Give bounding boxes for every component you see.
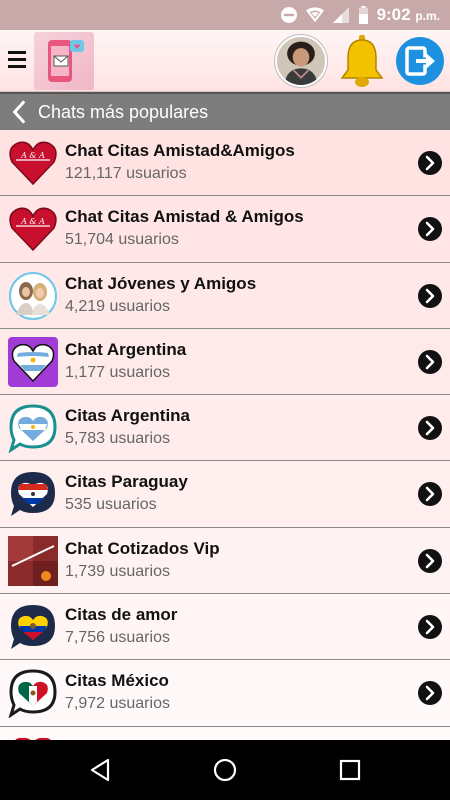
user-count: 51,704 usuarios <box>65 231 179 249</box>
chat-list: A & A Chat Citas Amistad&Amigos 121,117 … <box>0 130 450 740</box>
chat-name: Chat Jóvenes y Amigos <box>65 273 257 293</box>
system-nav-bar <box>0 740 450 800</box>
chat-row[interactable]: Citas México 7,972 usuarios <box>0 660 450 727</box>
chevron-right-icon[interactable] <box>418 217 442 242</box>
back-button[interactable] <box>4 94 34 130</box>
section-title: Chats más populares <box>38 101 209 122</box>
cotizados-image-icon <box>8 535 58 586</box>
chevron-right-icon[interactable] <box>418 416 442 441</box>
user-count: 121,117 usuarios <box>65 165 187 182</box>
chat-name: Citas México <box>65 671 169 691</box>
svg-text:A & A: A & A <box>20 151 45 160</box>
red-heart-icon: A & A <box>9 207 57 252</box>
recents-square-icon[interactable] <box>337 757 363 783</box>
mexico-heart-icon <box>8 669 57 719</box>
chat-row[interactable]: A & A Chat Citas Amistad&Amigos 121,117 … <box>0 130 450 197</box>
chat-name: Citas Paraguay <box>65 472 188 492</box>
chevron-right-icon[interactable] <box>418 482 442 507</box>
menu-icon[interactable] <box>6 47 28 73</box>
chat-name: Citas Argentina <box>65 406 191 426</box>
logout-icon[interactable] <box>395 36 445 86</box>
user-count: 1,739 usuarios <box>65 562 170 580</box>
user-count: 4,219 usuarios <box>65 297 170 315</box>
chat-row[interactable]: Chat Argentina 1,177 usuarios <box>0 328 450 396</box>
chat-name: Chat Citas Amistad&Amigos <box>65 141 295 160</box>
user-avatar[interactable] <box>275 35 327 87</box>
chevron-right-icon[interactable] <box>418 151 442 175</box>
wifi-icon <box>305 7 324 23</box>
user-count: 535 usuarios <box>65 496 157 514</box>
user-count: 7,756 usuarios <box>65 629 170 647</box>
back-triangle-icon[interactable] <box>88 757 114 783</box>
chat-row[interactable]: Citas de amor 7,756 usuarios <box>0 594 450 661</box>
chevron-right-icon[interactable] <box>418 548 442 573</box>
signal-icon <box>332 7 349 23</box>
chat-row[interactable]: Citas Paraguay 535 usuarios <box>0 461 450 528</box>
chat-name: Chat Argentina <box>65 339 187 359</box>
home-circle-icon[interactable] <box>212 757 238 783</box>
chat-name: Chat Citas Amistad & Amigos <box>65 207 304 227</box>
status-bar: 9:02 p.m. <box>0 0 450 30</box>
chat-name: Citas de amor <box>65 605 178 625</box>
chevron-right-icon[interactable] <box>418 349 442 374</box>
chat-row[interactable]: Citas Argentina 5,783 usuarios <box>0 395 450 462</box>
red-heart-icon: A & A <box>9 141 57 186</box>
chat-row[interactable]: Chat Cotizados Vip 1,739 usuarios <box>0 527 450 595</box>
chevron-left-icon <box>13 100 25 124</box>
clock: 9:02 p.m. <box>376 5 440 24</box>
paraguay-heart-icon <box>11 472 55 517</box>
ecuador-heart-icon <box>11 605 55 650</box>
svg-text:A & A: A & A <box>20 217 45 226</box>
friends-photo-icon <box>9 271 57 320</box>
chevron-right-icon[interactable] <box>418 615 442 640</box>
chat-row-partial[interactable] <box>0 726 450 740</box>
chat-row[interactable]: A & A Chat Citas Amistad & Amigos 51,704… <box>0 196 450 263</box>
user-count: 7,972 usuarios <box>65 695 170 713</box>
argentina-chat-heart-icon <box>8 404 57 454</box>
app-bar <box>0 30 450 92</box>
section-header: Chats más populares <box>0 92 450 130</box>
do-not-disturb-icon <box>280 7 297 23</box>
notification-bell-icon[interactable] <box>338 34 386 88</box>
chevron-right-icon[interactable] <box>418 283 442 308</box>
app-logo[interactable] <box>34 32 94 90</box>
chat-name: Chat Cotizados Vip <box>65 538 220 558</box>
chat-row[interactable]: Chat Jóvenes y Amigos 4,219 usuarios <box>0 262 450 329</box>
argentina-heart-icon <box>8 336 58 387</box>
battery-icon <box>358 6 368 24</box>
chevron-right-icon[interactable] <box>418 681 442 706</box>
user-count: 5,783 usuarios <box>65 430 170 448</box>
user-count: 1,177 usuarios <box>65 363 170 381</box>
